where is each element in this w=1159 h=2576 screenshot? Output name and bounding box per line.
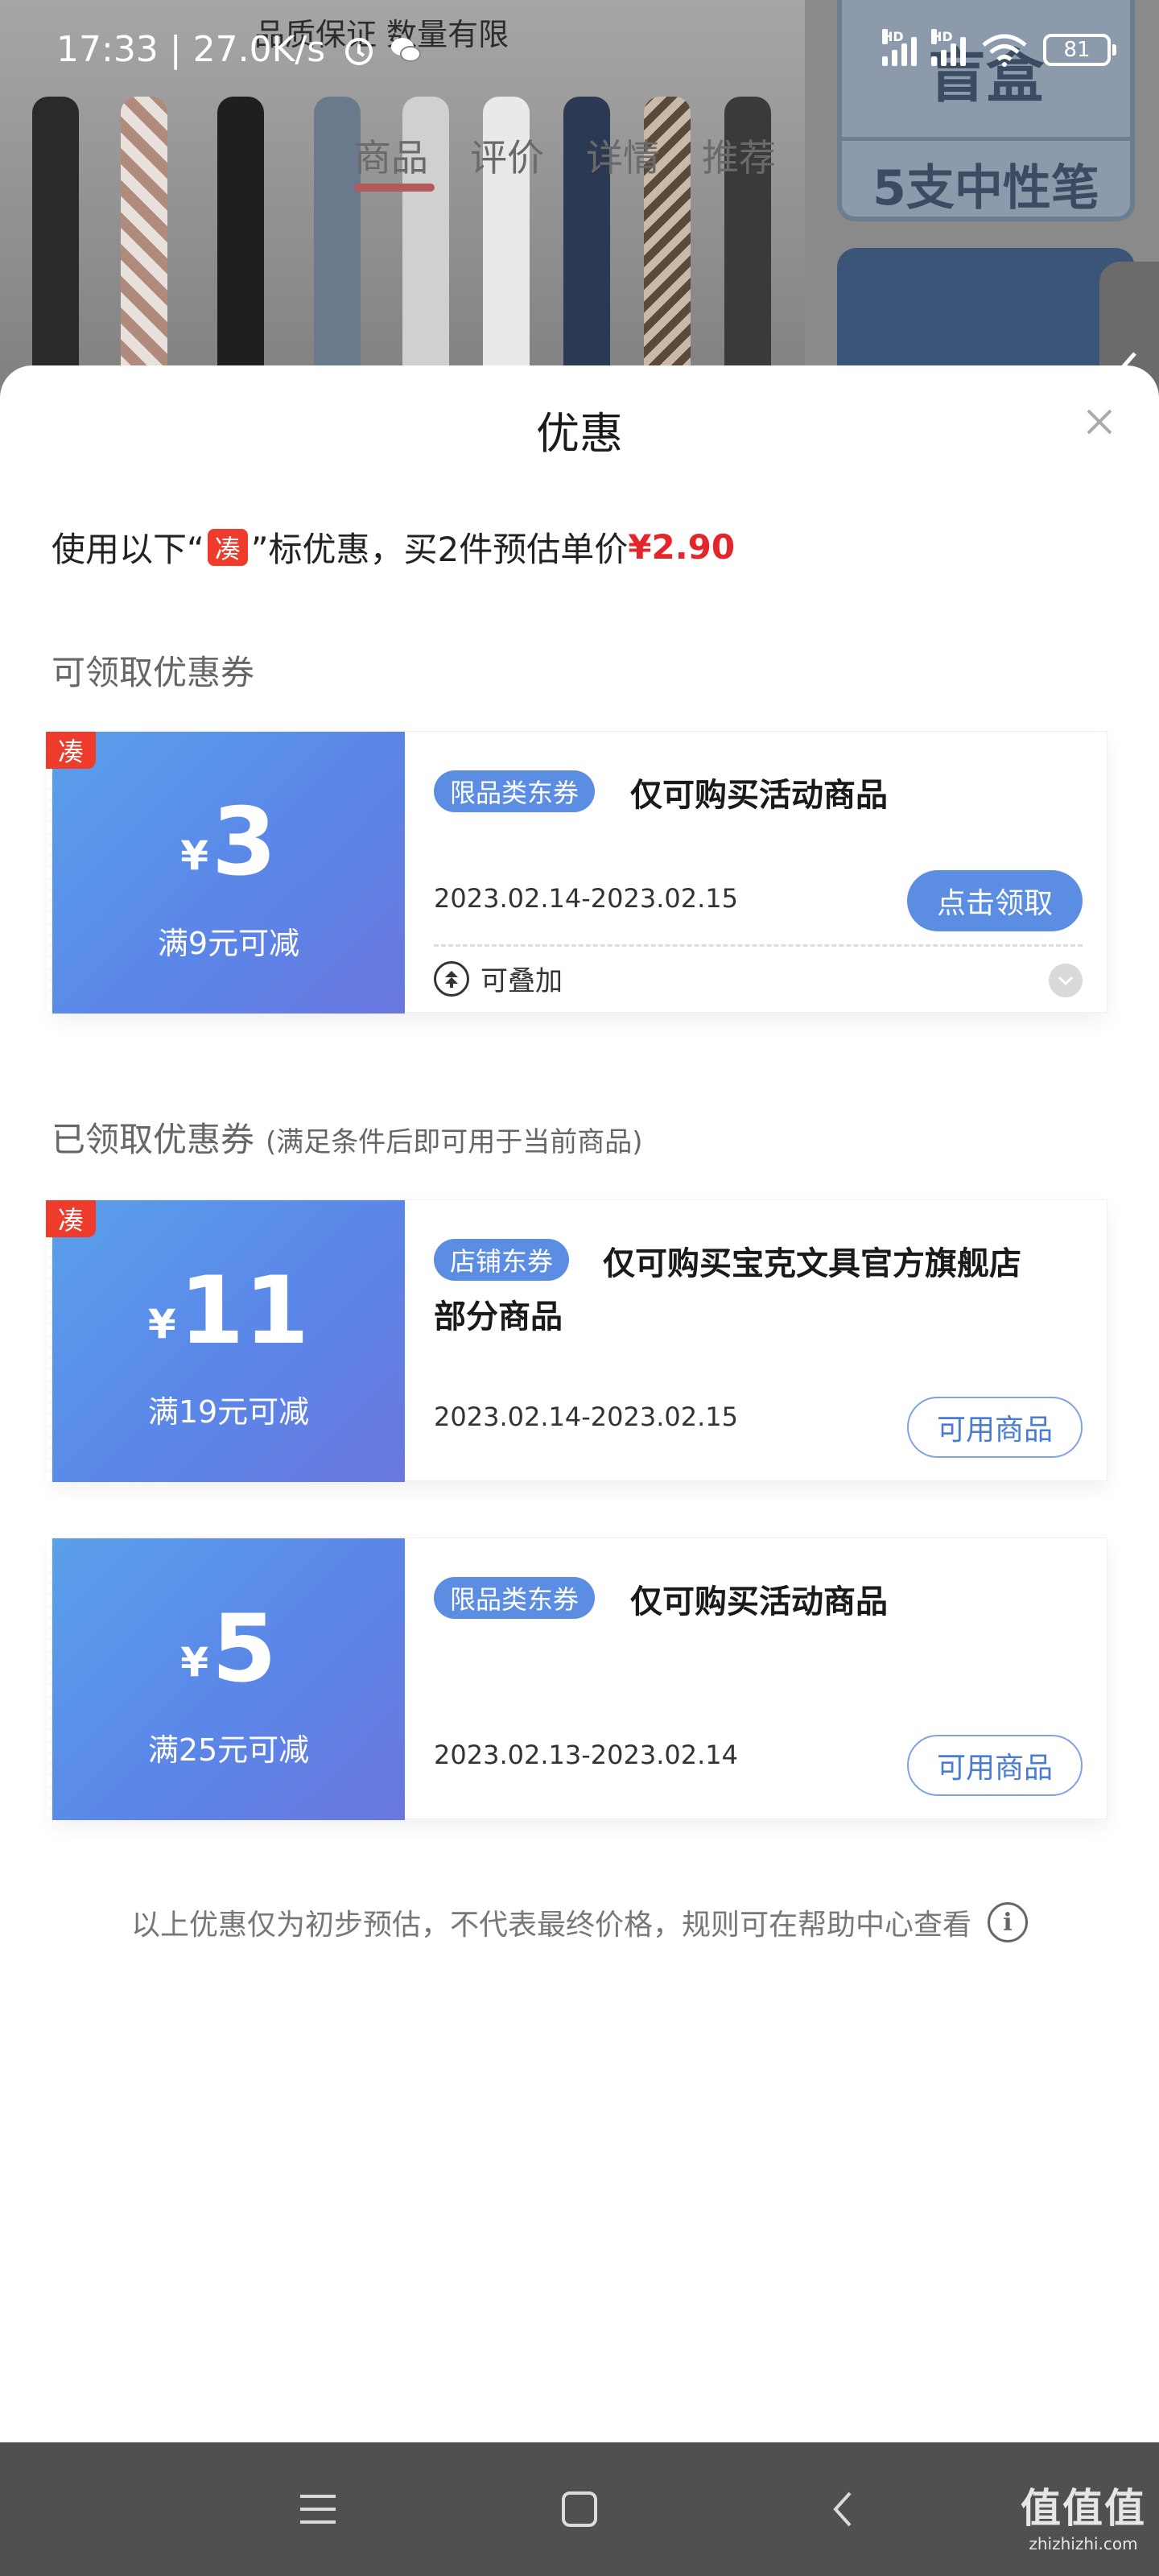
coupon-description: 仅可购买活动商品	[630, 777, 888, 814]
disclaimer: 以上优惠仅为初步预估，不代表最终价格，规则可在帮助中心查看 i	[0, 1901, 1159, 1943]
promo-caption: 5支中性笔	[842, 137, 1130, 219]
coupon-value-panel: ¥5 满25元可减	[47, 1538, 405, 1820]
coupon-description: 仅可购买活动商品	[630, 1583, 888, 1620]
coupon-condition: 满9元可减	[157, 926, 300, 961]
coupon-info: 店铺东券 仅可购买宝克文具官方旗舰店 部分商品 2023.02.14-2023.…	[405, 1200, 1108, 1482]
stack-tag: 凑	[46, 732, 96, 769]
coupon-card: ¥5 满25元可减 限品类东券 仅可购买活动商品 2023.02.13-2023…	[47, 1538, 1108, 1820]
coupon-description: 仅可购买宝克文具官方旗舰店	[603, 1245, 1021, 1282]
coupon-info: 限品类东券 仅可购买活动商品 2023.02.13-2023.02.14 可用商…	[405, 1538, 1108, 1820]
coupon-card: 凑 ¥3 满9元可减 限品类东券 仅可购买活动商品 2023.02.14-202…	[46, 731, 1108, 1013]
divider	[434, 944, 1083, 947]
watermark: 值值值 zhizhizhi.com	[1021, 2485, 1146, 2553]
coupon-type-badge: 限品类东券	[434, 1577, 596, 1619]
wechat-icon	[391, 38, 422, 62]
sheet-title: 优惠	[536, 408, 623, 459]
expand-button[interactable]	[1049, 964, 1083, 997]
claim-coupon-button[interactable]: 点击领取	[907, 870, 1083, 931]
coupon-description-line2: 部分商品	[434, 1298, 563, 1335]
tab-reviews: 评价	[470, 136, 544, 180]
home-button[interactable]	[551, 2481, 608, 2537]
stack-tag: 凑	[46, 1200, 96, 1237]
coupon-amount: ¥5	[180, 1595, 277, 1703]
coupon-dates: 2023.02.14-2023.02.15	[434, 1402, 738, 1432]
estimated-price: ¥2.90	[628, 527, 736, 567]
home-icon	[562, 2491, 597, 2527]
coupon-dates: 2023.02.14-2023.02.15	[434, 883, 738, 914]
back-icon	[833, 2491, 852, 2527]
back-button[interactable]	[815, 2481, 871, 2537]
tab-details: 详情	[586, 136, 660, 180]
menu-icon	[300, 2495, 336, 2524]
close-button[interactable]	[1070, 393, 1128, 451]
alarm-icon	[345, 38, 373, 65]
menu-button[interactable]	[290, 2481, 346, 2537]
price-summary: 使用以下“ 凑 ”标优惠，买2件预估单价 ¥2.90	[52, 527, 736, 569]
coupon-condition: 满19元可减	[147, 1394, 310, 1430]
stackable-label: 可叠加	[481, 965, 563, 997]
coupon-sheet: 优惠 使用以下“ 凑 ”标优惠，买2件预估单价 ¥2.90 可领取优惠券 凑 ¥…	[0, 365, 1159, 2442]
coupon-dates: 2023.02.13-2023.02.14	[434, 1740, 738, 1770]
chevron-down-icon	[1058, 976, 1074, 986]
status-time: 17:33 | 27.0K/s	[56, 29, 423, 70]
coupon-info: 限品类东券 仅可购买活动商品 2023.02.14-2023.02.15 点击领…	[405, 732, 1108, 1013]
product-tabs: 商品 评价 详情 推荐	[354, 129, 776, 182]
battery-icon: 81	[1043, 34, 1116, 66]
view-eligible-products-button[interactable]: 可用商品	[907, 1735, 1083, 1796]
close-icon	[1087, 409, 1112, 435]
coupon-card: 凑 ¥11 满19元可减 店铺东券 仅可购买宝克文具官方旗舰店 部分商品 202…	[46, 1199, 1108, 1482]
coupon-type-badge: 限品类东券	[434, 770, 596, 812]
coupon-value-panel: 凑 ¥11 满19元可减	[46, 1200, 405, 1482]
stack-tag: 凑	[207, 528, 248, 566]
tab-recommend: 推荐	[702, 136, 776, 180]
coupon-type-badge: 店铺东券	[434, 1239, 570, 1281]
coupon-amount: ¥11	[147, 1257, 310, 1365]
coupon-condition: 满25元可减	[147, 1732, 310, 1768]
info-icon[interactable]: i	[988, 1902, 1028, 1942]
coupon-value-panel: 凑 ¥3 满9元可减	[46, 732, 405, 1013]
claimed-section-title: 已领取优惠券 (满足条件后即可用于当前商品)	[52, 1120, 643, 1159]
status-bar: 17:33 | 27.0K/s HD HD 81	[0, 0, 1159, 105]
signal-icon: HD	[882, 29, 917, 66]
wifi-icon	[982, 34, 1027, 67]
claimed-section-note: (满足条件后即可用于当前商品)	[266, 1126, 643, 1158]
view-eligible-products-button[interactable]: 可用商品	[907, 1397, 1083, 1458]
stackable-row: 可叠加	[434, 959, 563, 998]
tab-product: 商品	[354, 136, 428, 180]
claimable-section-title: 可领取优惠券	[52, 653, 255, 692]
signal-icon-2: HD	[931, 29, 966, 66]
stack-icon	[434, 960, 469, 997]
tab-underline	[354, 184, 435, 192]
status-icons: HD HD 81	[882, 29, 1116, 68]
coupon-amount: ¥3	[180, 788, 277, 897]
system-nav-bar: 值值值 zhizhizhi.com	[0, 2442, 1159, 2576]
